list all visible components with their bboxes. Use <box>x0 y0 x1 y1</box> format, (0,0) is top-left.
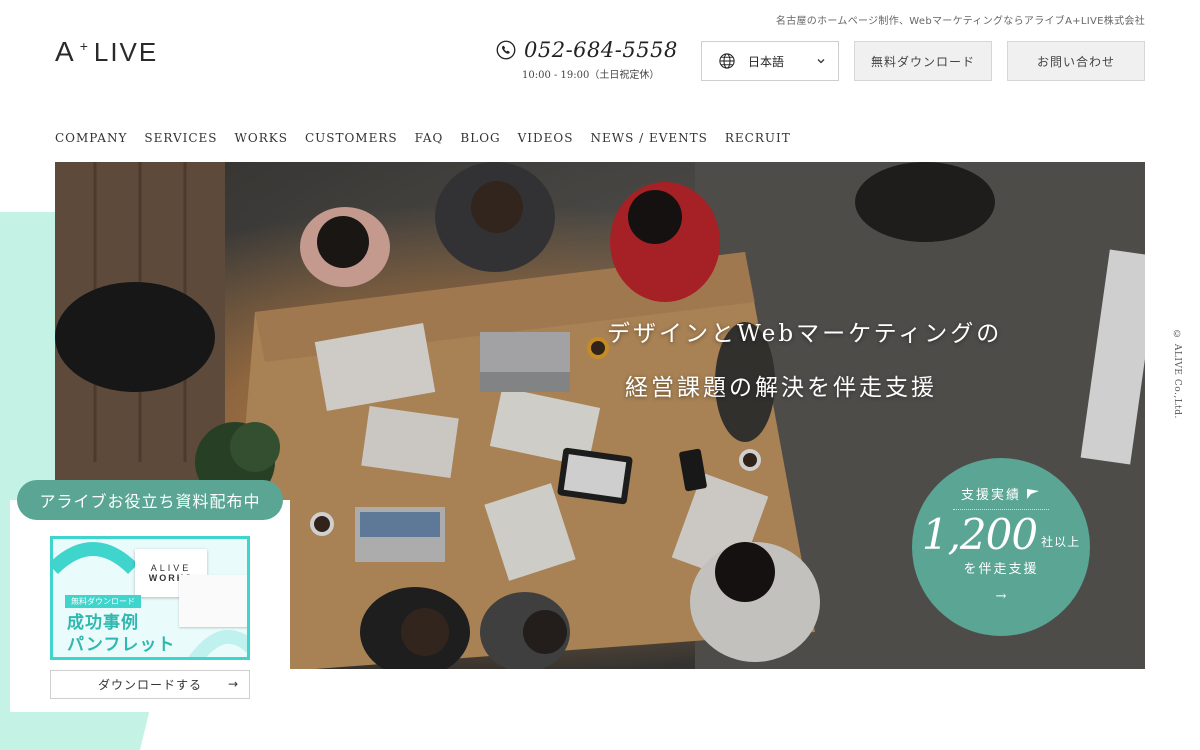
promo-brochure-pages <box>179 575 247 627</box>
promo-download-label: ダウンロードする <box>97 678 202 692</box>
business-hours: 10:00 - 19:00（土日祝定休） <box>522 70 660 81</box>
badge-suffix: 社以上 <box>1041 535 1081 549</box>
nav-item-customers[interactable]: CUSTOMERS <box>305 131 398 145</box>
promo-heading-pill: アライブお役立ち資料配布中 <box>17 480 283 520</box>
promo-free-tag: 無料ダウンロード <box>65 595 141 608</box>
badge-number: 1,200 <box>921 510 1038 559</box>
phone-number[interactable]: 052-684-5558 <box>524 38 678 62</box>
nav-item-news-events[interactable]: NEWS / EVENTS <box>590 131 707 145</box>
hero-headline-line2: 経営課題の解決を伴走支援 <box>625 375 937 401</box>
chevron-down-icon <box>817 59 825 64</box>
globe-icon <box>719 53 735 69</box>
nav-item-videos[interactable]: VIDEOS <box>518 131 574 145</box>
free-download-button[interactable]: 無料ダウンロード <box>854 41 992 81</box>
logo-letter-a: A <box>55 36 76 67</box>
brochure-line1: ALIVE <box>150 563 192 573</box>
promo-image-background: ALIVE WORKS 無料ダウンロード 成功事例 パンフレット <box>53 539 247 657</box>
main-nav: COMPANY SERVICES WORKS CUSTOMERS FAQ BLO… <box>55 131 791 145</box>
nav-item-blog[interactable]: BLOG <box>460 131 500 145</box>
hero-headline: デザインとWebマーケティングの 経営課題の解決を伴走支援 <box>607 314 1002 402</box>
badge-title: 支援実績 <box>960 488 1021 503</box>
nav-item-company[interactable]: COMPANY <box>55 131 127 145</box>
hero-headline-line1: デザインとWebマーケティングの <box>607 321 1003 347</box>
copyright: © ALIVE Co.,Ltd. <box>1172 330 1182 419</box>
language-selected: 日本語 <box>748 54 785 69</box>
nav-item-recruit[interactable]: RECRUIT <box>725 131 791 145</box>
promo-pamphlet-image[interactable]: ALIVE WORKS 無料ダウンロード 成功事例 パンフレット <box>50 536 250 660</box>
site-logo[interactable]: A + LIVE <box>55 36 158 68</box>
badge-subtitle: を伴走支援 <box>963 562 1039 577</box>
contact-button[interactable]: お問い合わせ <box>1007 41 1145 81</box>
language-select[interactable]: 日本語 <box>701 41 839 81</box>
flag-icon <box>1027 488 1039 499</box>
support-record-badge[interactable]: 支援実績 1,200 社以上 を伴走支援 → <box>912 458 1090 636</box>
promo-title-line2: パンフレット <box>67 635 176 655</box>
promo-download-button[interactable]: ダウンロードする → <box>50 670 250 699</box>
arrow-right-icon: → <box>995 589 1007 604</box>
logo-plus: + <box>79 38 90 54</box>
phone-contact[interactable]: 052-684-5558 10:00 - 19:00（土日祝定休） <box>496 38 678 81</box>
nav-item-services[interactable]: SERVICES <box>144 131 217 145</box>
nav-item-works[interactable]: WORKS <box>235 131 288 145</box>
logo-word-live: LIVE <box>93 36 159 67</box>
site-tagline: 名古屋のホームページ制作、WebマーケティングならアライブA+LIVE株式会社 <box>775 16 1145 27</box>
phone-icon <box>496 40 516 60</box>
nav-item-faq[interactable]: FAQ <box>415 131 444 145</box>
arrow-right-icon: → <box>227 677 239 691</box>
